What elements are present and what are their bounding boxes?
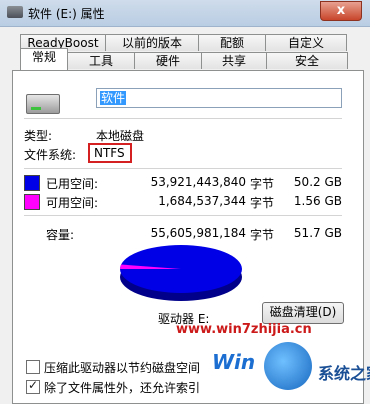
drive-name-value: 软件	[100, 91, 127, 105]
tab-quota[interactable]: 配额	[198, 34, 266, 51]
capacity-label: 容量:	[46, 228, 75, 242]
tab-customize[interactable]: 自定义	[265, 34, 347, 51]
used-space-size: 50.2 GB	[293, 175, 342, 189]
window-title: 软件 (E:) 属性	[28, 7, 105, 21]
tab-row-bottom: 常规 工具 硬件 共享 安全	[20, 48, 348, 70]
watermark-brand: 系统之家	[318, 364, 370, 383]
close-button[interactable]: x	[320, 1, 362, 21]
filesystem-value: NTFS	[94, 146, 125, 160]
free-space-size: 1.56 GB	[293, 194, 342, 208]
divider	[24, 215, 342, 216]
used-space-unit: 字节	[250, 177, 275, 191]
divider	[24, 118, 342, 119]
type-value: 本地磁盘	[96, 129, 145, 143]
free-space-label: 可用空间:	[46, 196, 99, 210]
tab-tools[interactable]: 工具	[67, 52, 135, 69]
used-space-bytes: 53,921,443,840	[150, 175, 246, 189]
tab-previous-versions[interactable]: 以前的版本	[105, 34, 199, 51]
tab-general[interactable]: 常规	[20, 48, 68, 70]
free-space-swatch	[24, 194, 40, 210]
drive-name-input[interactable]: 软件	[96, 88, 342, 108]
watermark-win-text: Win	[212, 350, 256, 374]
capacity-unit: 字节	[250, 228, 275, 242]
used-space-swatch	[24, 175, 40, 191]
type-label: 类型:	[24, 129, 53, 143]
watermark-globe-icon	[264, 342, 312, 390]
index-files-checkbox[interactable]	[26, 378, 40, 394]
free-space-unit: 字节	[250, 196, 275, 210]
free-space-bytes: 1,684,537,344	[158, 194, 246, 208]
tab-security[interactable]: 安全	[266, 52, 348, 69]
disk-usage-pie	[120, 245, 242, 301]
tab-hardware[interactable]: 硬件	[134, 52, 202, 69]
disk-cleanup-button[interactable]: 磁盘清理(D)	[262, 302, 344, 324]
watermark-url: www.win7zhijia.cn	[176, 322, 312, 337]
title-bar: 软件 (E:) 属性 x	[0, 0, 370, 27]
filesystem-label: 文件系统:	[24, 148, 77, 162]
compress-drive-label: 压缩此驱动器以节约磁盘空间	[44, 361, 201, 375]
hard-drive-icon	[26, 94, 60, 114]
compress-drive-checkbox[interactable]	[26, 360, 40, 374]
tab-row-top: ReadyBoost 以前的版本 配额 自定义	[20, 34, 347, 52]
tab-sharing[interactable]: 共享	[201, 52, 267, 69]
capacity-bytes: 55,605,981,184	[150, 226, 246, 240]
divider	[24, 168, 342, 169]
watermark-logo: Win 系统之家	[212, 338, 370, 402]
index-files-label: 除了文件属性外，还允许索引	[44, 381, 201, 395]
drive-app-icon	[7, 6, 23, 18]
used-space-label: 已用空间:	[46, 177, 99, 191]
capacity-size: 51.7 GB	[293, 226, 342, 240]
